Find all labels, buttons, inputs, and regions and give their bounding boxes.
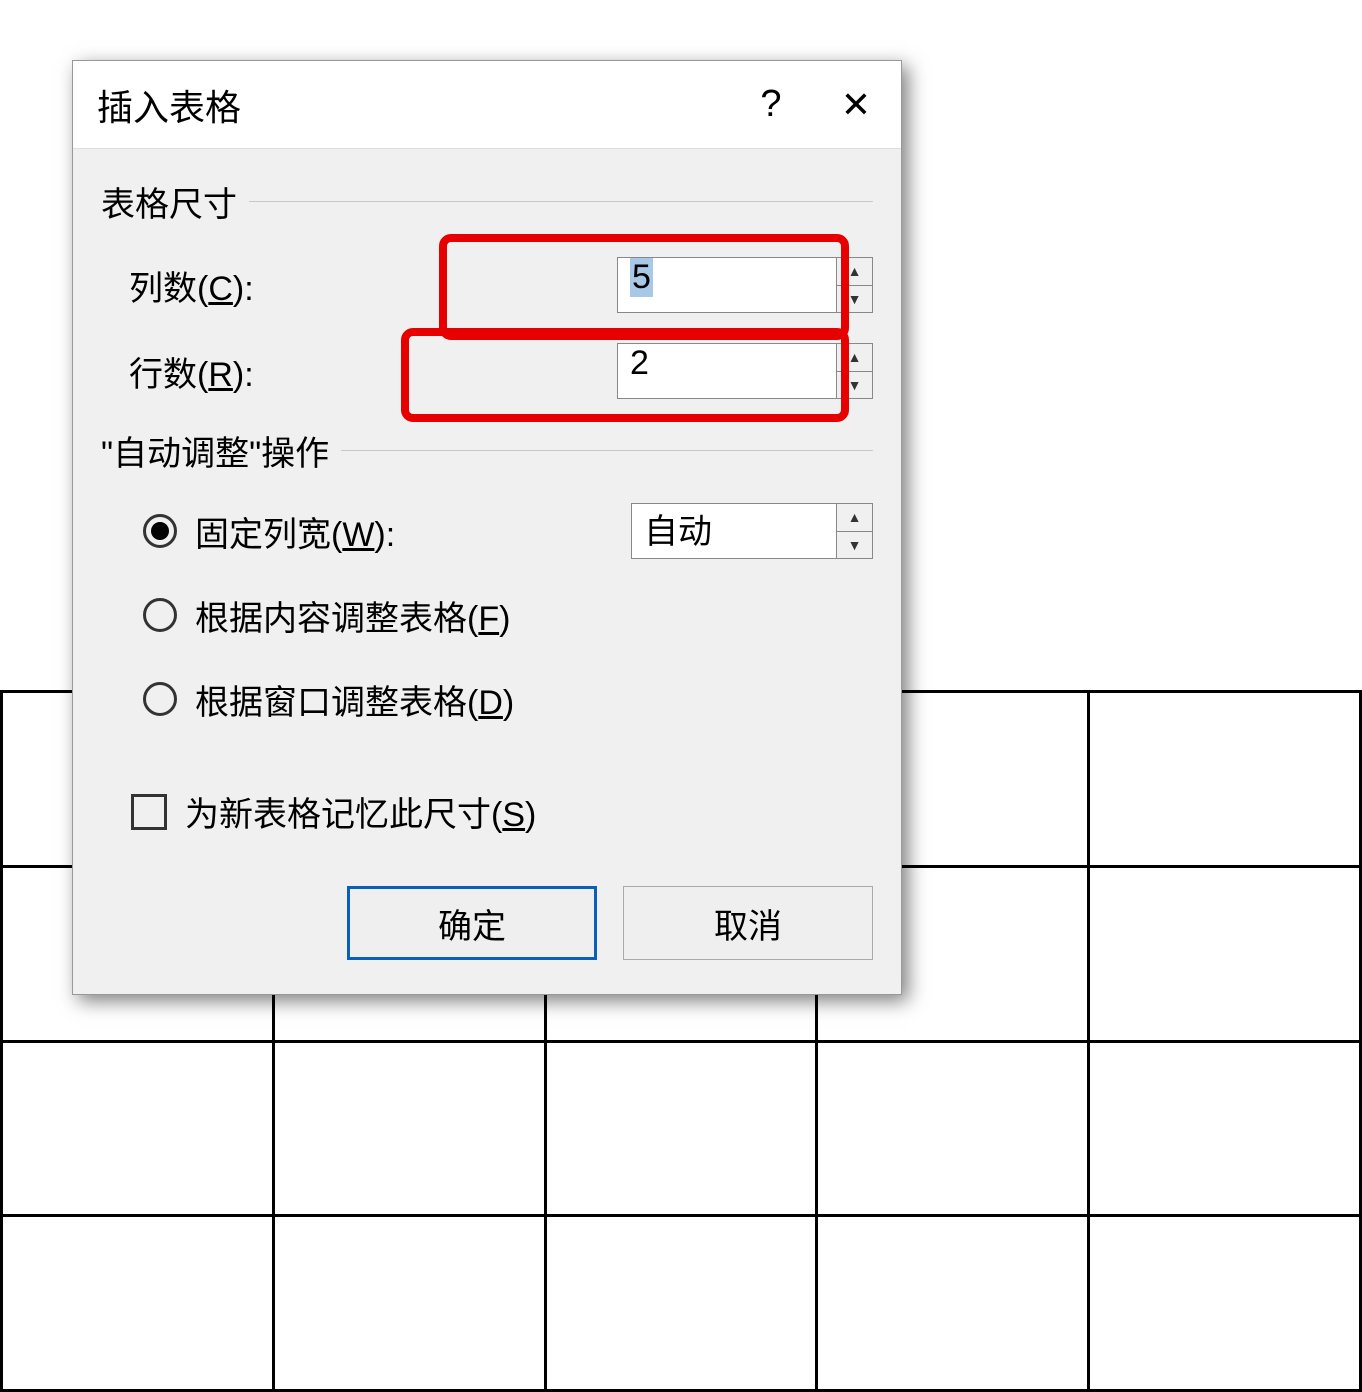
autofit-content-row: 根据内容调整表格(F) bbox=[101, 587, 873, 643]
divider bbox=[341, 450, 873, 451]
dialog-body: 表格尺寸 列数(C): 5 ▲ ▼ 行数(R): 2 bbox=[73, 149, 901, 994]
dialog-footer: 确定 取消 bbox=[101, 886, 873, 960]
rows-spin-down[interactable]: ▼ bbox=[837, 372, 872, 399]
autofit-window-row: 根据窗口调整表格(D) bbox=[101, 671, 873, 727]
autofit-window-radio[interactable] bbox=[143, 682, 177, 716]
fixed-width-row: 固定列宽(W): 自动 ▲ ▼ bbox=[101, 503, 873, 559]
divider bbox=[249, 201, 873, 202]
cancel-button[interactable]: 取消 bbox=[623, 886, 873, 960]
remember-label: 为新表格记忆此尺寸(S) bbox=[185, 787, 536, 836]
fixed-width-input[interactable]: 自动 bbox=[631, 503, 837, 559]
fixed-width-spin-buttons: ▲ ▼ bbox=[837, 503, 873, 559]
ok-button[interactable]: 确定 bbox=[347, 886, 597, 960]
fixed-width-spin-up[interactable]: ▲ bbox=[837, 504, 872, 532]
columns-spin-buttons: ▲ ▼ bbox=[837, 257, 873, 313]
rows-input[interactable]: 2 bbox=[617, 343, 837, 399]
columns-input[interactable]: 5 bbox=[617, 257, 837, 313]
fixed-width-label: 固定列宽(W): bbox=[195, 507, 395, 556]
autofit-content-radio[interactable] bbox=[143, 598, 177, 632]
size-group-label: 表格尺寸 bbox=[101, 177, 237, 226]
fixed-width-spin-down[interactable]: ▼ bbox=[837, 532, 872, 559]
autofit-window-label: 根据窗口调整表格(D) bbox=[195, 675, 514, 724]
rows-label: 行数(R): bbox=[101, 347, 441, 396]
dialog-title: 插入表格 bbox=[97, 79, 731, 131]
rows-spin-buttons: ▲ ▼ bbox=[837, 343, 873, 399]
columns-label: 列数(C): bbox=[101, 261, 441, 310]
rows-row: 行数(R): 2 ▲ ▼ bbox=[101, 340, 873, 402]
rows-spin-up[interactable]: ▲ bbox=[837, 344, 872, 372]
autofit-group-label: "自动调整"操作 bbox=[101, 426, 329, 475]
remember-row: 为新表格记忆此尺寸(S) bbox=[101, 787, 873, 836]
columns-row: 列数(C): 5 ▲ ▼ bbox=[101, 254, 873, 316]
dialog-titlebar: 插入表格 ? ✕ bbox=[73, 61, 901, 149]
insert-table-dialog: 插入表格 ? ✕ 表格尺寸 列数(C): 5 ▲ ▼ 行数(R): bbox=[72, 60, 902, 995]
autofit-content-label: 根据内容调整表格(F) bbox=[195, 591, 510, 640]
rows-spinner: 2 ▲ ▼ bbox=[617, 343, 873, 399]
size-group-header: 表格尺寸 bbox=[101, 177, 873, 226]
columns-spin-down[interactable]: ▼ bbox=[837, 286, 872, 313]
fixed-width-spinner: 自动 ▲ ▼ bbox=[631, 503, 873, 559]
columns-spin-up[interactable]: ▲ bbox=[837, 258, 872, 286]
remember-checkbox[interactable] bbox=[131, 794, 167, 830]
fixed-width-radio[interactable] bbox=[143, 514, 177, 548]
close-button[interactable]: ✕ bbox=[811, 64, 901, 146]
help-button[interactable]: ? bbox=[731, 83, 811, 126]
autofit-group-header: "自动调整"操作 bbox=[101, 426, 873, 475]
columns-spinner: 5 ▲ ▼ bbox=[617, 257, 873, 313]
